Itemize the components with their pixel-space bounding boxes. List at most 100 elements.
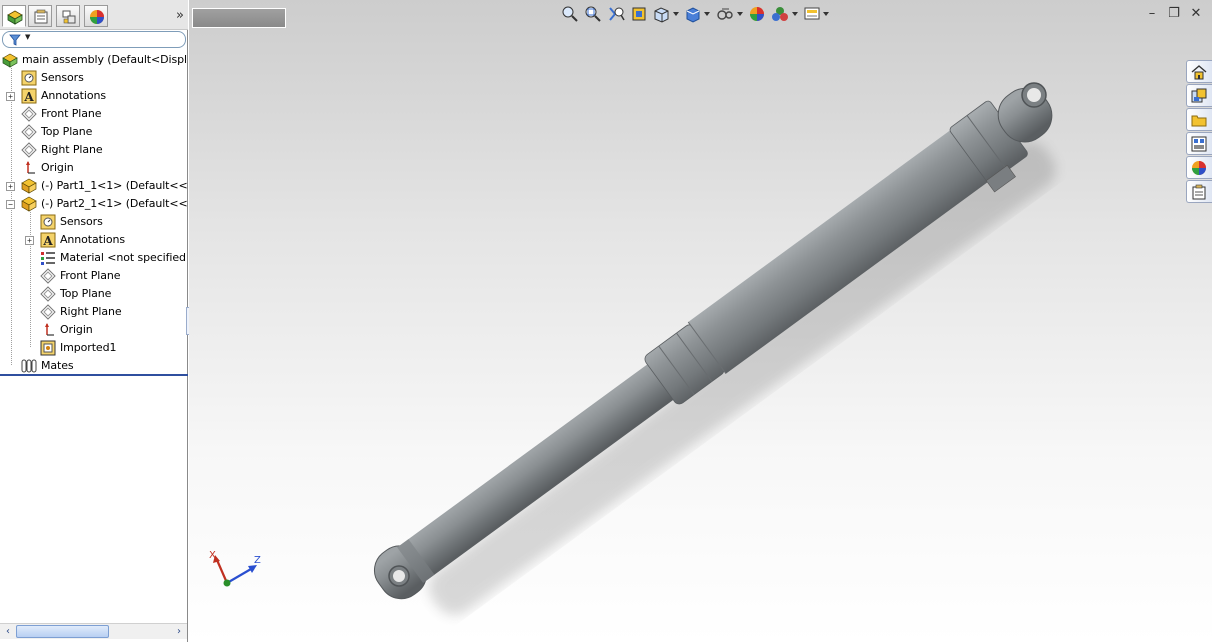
restore-button[interactable]: ❐ xyxy=(1166,6,1182,22)
chevron-down-icon[interactable] xyxy=(823,12,829,16)
tree-item-label: (-) Part2_1<1> (Default<<De xyxy=(41,197,187,210)
scroll-left-icon[interactable]: ‹ xyxy=(2,625,14,639)
assembly-icon xyxy=(2,53,18,68)
chevron-down-icon[interactable] xyxy=(704,12,710,16)
minimize-button[interactable]: – xyxy=(1144,6,1160,22)
tree-item-origin[interactable]: Origin xyxy=(0,159,187,177)
tree-item-part2-front-plane[interactable]: Front Plane xyxy=(0,267,187,285)
model-render[interactable] xyxy=(189,0,1212,642)
tree-item-sensors[interactable]: Sensors xyxy=(0,69,187,87)
part-icon xyxy=(21,196,37,212)
tree-item-label: Sensors xyxy=(41,71,84,84)
design-library-tab[interactable] xyxy=(1186,84,1212,107)
tree-item-label: Mates xyxy=(41,359,74,372)
zoom-to-area-button[interactable] xyxy=(583,4,603,24)
tree-item-label: Imported1 xyxy=(60,341,117,354)
scroll-right-icon[interactable]: › xyxy=(173,625,185,639)
featuremanager-tab[interactable] xyxy=(2,5,26,27)
tree-item-mates[interactable]: Mates xyxy=(0,357,187,375)
custom-properties-tab[interactable] xyxy=(1186,180,1212,203)
displaymanager-tab-icon xyxy=(90,10,104,24)
tree-item-part2[interactable]: − (-) Part2_1<1> (Default<<De xyxy=(0,195,187,213)
tree-item-part2-annotations[interactable]: + A Annotations xyxy=(0,231,187,249)
file-explorer-tab[interactable] xyxy=(1186,108,1212,131)
tree-item-label: Front Plane xyxy=(60,269,121,282)
tree-item-part1[interactable]: + (-) Part1_1<1> (Default<<De xyxy=(0,177,187,195)
chevron-down-icon[interactable]: ▼ xyxy=(25,33,30,41)
tree-item-label: Right Plane xyxy=(60,305,122,318)
view-orientation-icon xyxy=(654,7,669,23)
design-library-icon xyxy=(1191,88,1207,103)
svg-text:A: A xyxy=(23,90,34,104)
section-view-button[interactable] xyxy=(629,4,649,24)
chevron-down-icon[interactable] xyxy=(673,12,679,16)
featuremanager-tab-icon xyxy=(7,10,23,25)
tree-item-part2-top-plane[interactable]: Top Plane xyxy=(0,285,187,303)
horizontal-scrollbar[interactable]: ‹ › xyxy=(0,623,187,639)
folder-icon xyxy=(1191,115,1207,127)
annotations-icon: A xyxy=(21,88,37,104)
previous-view-icon xyxy=(609,7,625,21)
chevron-down-icon[interactable] xyxy=(737,12,743,16)
tree-item-part2-right-plane[interactable]: Right Plane xyxy=(0,303,187,321)
display-style-button[interactable] xyxy=(683,4,703,24)
plane-icon xyxy=(40,286,56,302)
graphics-area[interactable]: – ❐ ✕ X Z xyxy=(189,0,1212,642)
view-palette-tab[interactable] xyxy=(1186,132,1212,155)
origin-icon xyxy=(26,161,35,174)
tree-item-top-plane[interactable]: Top Plane xyxy=(0,123,187,141)
expand-toggle[interactable]: + xyxy=(6,92,15,101)
sensors-icon xyxy=(21,70,37,86)
triad-x-label: X xyxy=(209,550,216,561)
section-view-icon xyxy=(632,7,646,21)
tree-rollback-bar[interactable] xyxy=(0,374,188,376)
tree-item-label: Right Plane xyxy=(41,143,103,156)
displaymanager-tab[interactable] xyxy=(84,5,108,27)
imported-feature-icon xyxy=(40,340,56,356)
tree-item-part2-sensors[interactable]: Sensors xyxy=(0,213,187,231)
tree-item-front-plane[interactable]: Front Plane xyxy=(0,105,187,123)
zoom-to-fit-icon xyxy=(562,6,578,22)
home-icon xyxy=(1191,65,1207,80)
tree-filter[interactable]: ▼ xyxy=(2,31,186,48)
reference-triad: X Z xyxy=(209,550,261,587)
tree-item-label: (-) Part1_1<1> (Default<<De xyxy=(41,179,187,192)
tree-item-label: Top Plane xyxy=(60,287,112,300)
tree-item-main-assembly[interactable]: main assembly (Default<Display S xyxy=(0,51,187,69)
view-orientation-button[interactable] xyxy=(652,4,672,24)
origin-icon xyxy=(45,323,54,336)
configurationmanager-tab-icon xyxy=(62,10,76,24)
window-controls: – ❐ ✕ xyxy=(1144,6,1204,22)
tree-item-label: Annotations xyxy=(60,233,125,246)
tree-item-annotations[interactable]: + A Annotations xyxy=(0,87,187,105)
chevron-down-icon[interactable] xyxy=(792,12,798,16)
previous-view-button[interactable] xyxy=(606,4,626,24)
tree-item-label: Origin xyxy=(60,323,93,336)
appearances-tab[interactable] xyxy=(1186,156,1212,179)
collapse-toggle[interactable]: − xyxy=(6,200,15,209)
panel-more-button[interactable]: » xyxy=(176,8,184,23)
zoom-to-fit-button[interactable] xyxy=(560,4,580,24)
plane-icon xyxy=(21,106,37,122)
configurationmanager-tab[interactable] xyxy=(56,5,80,27)
expand-toggle[interactable]: + xyxy=(6,182,15,191)
sensors-icon xyxy=(40,214,56,230)
apply-scene-icon xyxy=(772,7,788,21)
tree-item-imported1[interactable]: Imported1 xyxy=(0,339,187,357)
scroll-thumb[interactable] xyxy=(16,625,109,638)
expand-toggle[interactable]: + xyxy=(25,236,34,245)
view-settings-button[interactable] xyxy=(802,4,822,24)
apply-scene-button[interactable] xyxy=(770,4,790,24)
svg-text:A: A xyxy=(42,234,53,248)
edit-appearance-button[interactable] xyxy=(747,4,767,24)
hide-show-items-button[interactable] xyxy=(715,4,735,24)
tree-item-part2-origin[interactable]: Origin xyxy=(0,321,187,339)
plane-icon xyxy=(21,142,37,158)
propertymanager-tab[interactable] xyxy=(28,5,52,27)
sw-resources-tab[interactable] xyxy=(1186,60,1212,83)
close-button[interactable]: ✕ xyxy=(1188,6,1204,22)
tree-item-label: Sensors xyxy=(60,215,103,228)
tree-item-material[interactable]: Material <not specified> xyxy=(0,249,187,267)
appearances-icon xyxy=(1192,161,1206,175)
tree-item-right-plane[interactable]: Right Plane xyxy=(0,141,187,159)
